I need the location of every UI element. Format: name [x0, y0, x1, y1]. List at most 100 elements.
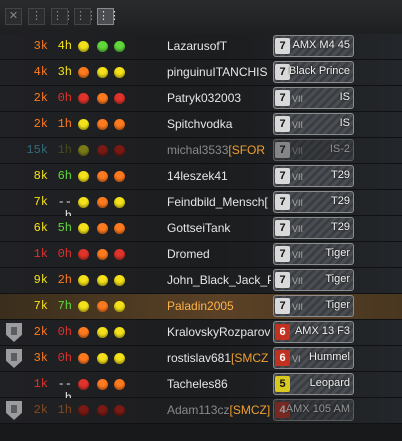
player-name: rostislav681[SMCZ	[167, 351, 271, 365]
tank-name: T29	[331, 195, 350, 207]
player-row[interactable]: 2k 1h Spitchvodka 7 VII IS	[0, 112, 402, 138]
tier-badge: 7	[275, 246, 290, 262]
rating-dot-icon	[78, 249, 89, 260]
player-list: 3k 4h LazarusofT 7 AMX M4 45 4k 3h pinguinuI…	[0, 34, 402, 424]
column-toggle-2-icon[interactable]: ⋮⋮	[51, 8, 74, 25]
column-toggle-1-icon[interactable]: ⋮	[28, 8, 45, 25]
battles-count: 2k	[33, 91, 48, 105]
tier-roman: VI	[292, 354, 301, 364]
player-name: Tacheles86	[167, 377, 271, 391]
player-row[interactable]: 7k 7h Paladin2005 7 VII Tiger	[0, 294, 402, 320]
rating-dot-icon	[114, 405, 125, 416]
tank-icon: 7 VII Tiger	[273, 269, 354, 291]
rating-dot-icon	[78, 353, 89, 364]
rating-dot-icon	[97, 379, 108, 390]
tier-badge: 6	[275, 350, 290, 366]
tank-icon: 4 AMX 105 AM	[273, 399, 354, 421]
player-row[interactable]: 3k 0h rostislav681[SMCZ 6 VI Hummel	[0, 346, 402, 372]
rating-dot-icon	[114, 379, 125, 390]
rating-dot-icon	[97, 197, 108, 208]
player-row[interactable]: 1k 0h Dromed 7 VII Tiger	[0, 242, 402, 268]
tier-badge: 7	[275, 38, 290, 54]
player-row[interactable]: 2k 0h KralovskyRozparov 6 AMX 13 F3	[0, 320, 402, 346]
player-name: Paladin2005	[167, 299, 271, 313]
player-row[interactable]: 9k 2h John_Black_Jack_P 7 VII Tiger	[0, 268, 402, 294]
toolbar: ✕ ⋮ ⋮⋮ ⋮⋮ ⋮⋮	[0, 0, 402, 34]
player-row[interactable]: 15k 1h michal3533[SFOR 7 VII IS-2	[0, 138, 402, 164]
rating-dot-icon	[114, 119, 125, 130]
player-name: Patryk032003	[167, 91, 271, 105]
battles-count: 4k	[33, 65, 48, 79]
battles-count: 3k	[33, 39, 48, 53]
tank-icon: 7 VII IS-2	[273, 139, 354, 161]
tier-badge: 6	[275, 324, 290, 340]
rating-dot-icon	[97, 301, 108, 312]
session-time: 0h	[57, 325, 72, 339]
tank-name: Black Prince	[288, 65, 350, 77]
rating-dot-icon	[114, 41, 125, 52]
player-nick: Patryk032003	[167, 91, 242, 105]
rating-dot-icon	[97, 405, 108, 416]
tank-icon: 7 VII Tiger	[273, 243, 354, 265]
player-row[interactable]: 7k--hFeindbild_Mensch[ 7 VII T29	[0, 190, 402, 223]
player-name: Spitchvodka	[167, 117, 271, 131]
player-row[interactable]: 2k 1h Adam113cz[SMCZ] 4 AMX 105 AM	[0, 398, 402, 424]
battles-count: 7k	[33, 195, 48, 209]
player-nick: John_Black_Jack_P	[167, 273, 271, 287]
session-time: 3h	[57, 65, 72, 79]
tier-roman: VII	[292, 276, 304, 286]
player-name: Adam113cz[SMCZ]	[167, 403, 271, 417]
tank-name: Tiger	[325, 273, 350, 285]
tank-icon: 7 Black Prince	[273, 61, 354, 83]
player-name: GottseiTank	[167, 221, 271, 235]
player-row[interactable]: 6k 5h GottseiTank 7 VII T29	[0, 216, 402, 242]
rating-dot-icon	[78, 145, 89, 156]
rating-dot-icon	[78, 171, 89, 182]
rating-dot-icon	[114, 249, 125, 260]
close-icon[interactable]: ✕	[5, 8, 22, 25]
tank-icon: 7 VII T29	[273, 165, 354, 187]
tank-name: AMX M4 45	[292, 39, 350, 51]
rating-dot-icon	[97, 119, 108, 130]
tank-icon: 6 VI Hummel	[273, 347, 354, 369]
player-row[interactable]: 1k--hTacheles86 5 Leopard	[0, 372, 402, 405]
rating-dot-icon	[78, 119, 89, 130]
player-row[interactable]: 4k 3h pinguinuITANCHIS 7 Black Prince	[0, 60, 402, 86]
tank-name: Tiger	[325, 247, 350, 259]
rating-dot-icon	[97, 145, 108, 156]
rating-dot-icon	[97, 41, 108, 52]
player-nick: Spitchvodka	[167, 117, 233, 131]
rating-dot-icon	[78, 379, 89, 390]
tier-badge: 7	[275, 168, 290, 184]
rating-dot-icon	[97, 171, 108, 182]
session-time: 0h	[57, 247, 72, 261]
player-row[interactable]: 2k 0h Patryk032003 7 VII IS	[0, 86, 402, 112]
tank-name: IS	[339, 117, 350, 129]
session-time: 1h	[57, 403, 72, 417]
rating-dot-icon	[78, 197, 89, 208]
player-row[interactable]: 8k 6h 14leszek41 7 VII T29	[0, 164, 402, 190]
tier-badge: 7	[275, 116, 290, 132]
battles-count: 2k	[33, 325, 48, 339]
tier-badge: 7	[275, 90, 290, 106]
rating-dot-icon	[114, 301, 125, 312]
rating-dot-icon	[114, 275, 125, 286]
tier-roman: VII	[292, 94, 304, 104]
session-time: 0h	[57, 91, 72, 105]
rating-dot-icon	[97, 223, 108, 234]
column-toggle-4-icon[interactable]: ⋮⋮	[97, 8, 120, 25]
tank-name: IS	[339, 91, 350, 103]
rating-dot-icon	[78, 275, 89, 286]
session-time: 5h	[57, 221, 72, 235]
session-time: 6h	[57, 169, 72, 183]
player-nick: Paladin2005	[167, 299, 234, 313]
session-time: 2h	[57, 273, 72, 287]
rating-dot-icon	[114, 171, 125, 182]
player-row[interactable]: 3k 4h LazarusofT 7 AMX M4 45	[0, 34, 402, 60]
tier-badge: 7	[275, 220, 290, 236]
tier-roman: VII	[292, 224, 304, 234]
clan-tag: [SMCZ]	[229, 403, 271, 417]
rating-dot-icon	[114, 327, 125, 338]
column-toggle-3-icon[interactable]: ⋮⋮	[74, 8, 97, 25]
tier-roman: VII	[292, 120, 304, 130]
